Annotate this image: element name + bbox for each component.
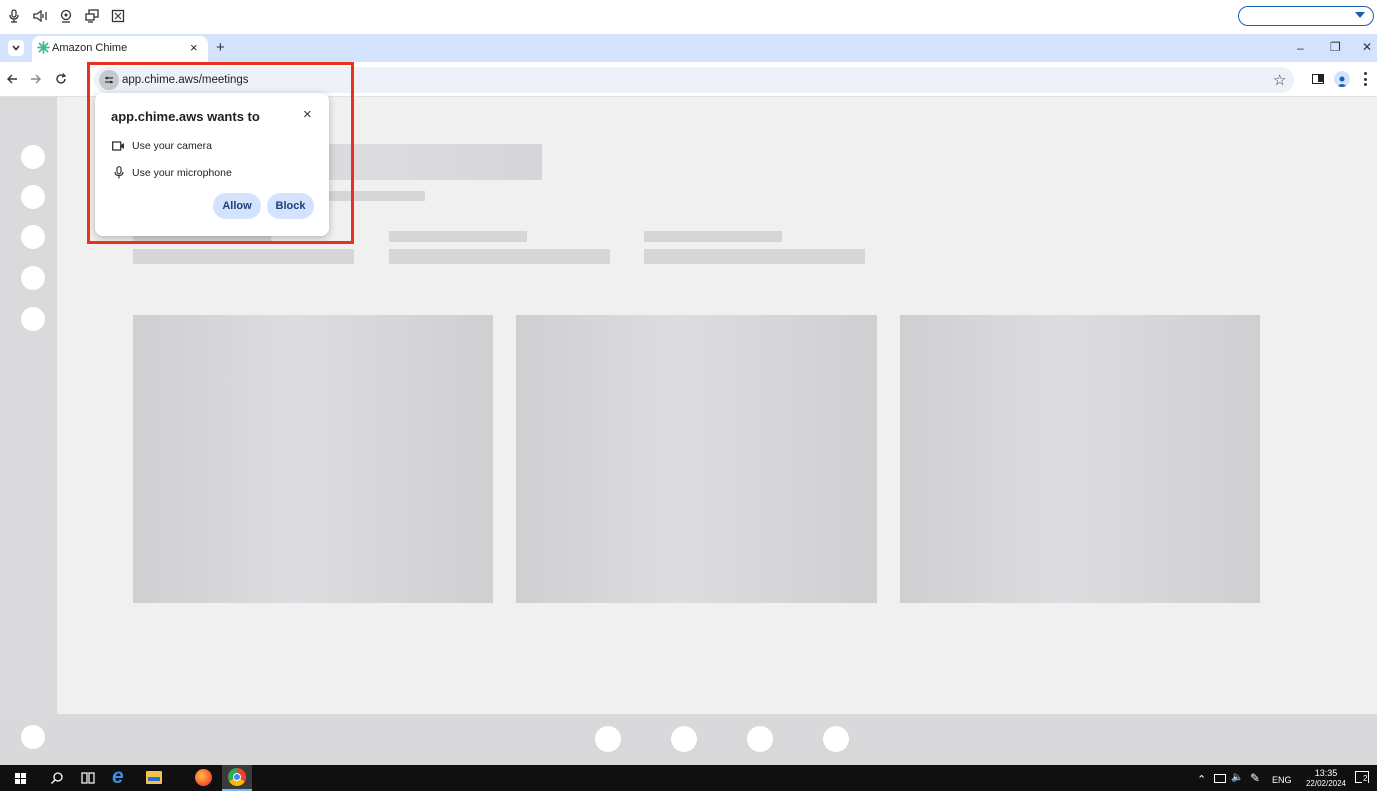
multi-monitor-icon[interactable] [84,8,100,24]
stat-value-skeleton-3 [644,249,865,264]
control-placeholder-2 [671,726,697,752]
notification-center-icon[interactable]: 2 [1355,771,1369,783]
nav-placeholder-4 [21,266,45,290]
file-explorer-icon[interactable] [146,771,162,784]
nav-placeholder-5 [21,307,45,331]
chrome-icon [228,768,246,786]
stat-label-skeleton-3 [644,231,782,242]
nav-placeholder-2 [21,185,45,209]
reload-icon[interactable] [55,73,67,88]
stat-value-skeleton-2 [389,249,610,264]
control-placeholder-3 [747,726,773,752]
forward-icon[interactable] [30,73,42,88]
windows-start-icon[interactable] [15,773,27,784]
session-dropdown[interactable] [1238,6,1374,26]
card-skeleton-1 [133,315,493,603]
notification-count-badge: 2 [1362,774,1369,783]
tray-overflow-icon[interactable]: ⌃ [1197,773,1206,786]
close-window-button[interactable]: ✕ [1362,40,1372,54]
control-placeholder-1 [595,726,621,752]
annotation-highlight-box [87,62,354,244]
fullscreen-icon[interactable] [110,8,126,24]
search-icon[interactable] [50,771,64,788]
firefox-icon[interactable] [195,769,212,786]
new-tab-button[interactable]: + [216,39,225,56]
menu-kebab-icon[interactable] [1364,72,1367,86]
remote-session-toolbar [0,0,1377,32]
tab-search-button[interactable] [8,40,24,56]
edge-browser-icon[interactable]: e [112,766,124,787]
profile-avatar-icon[interactable] [1334,71,1350,87]
minimize-button[interactable]: – [1297,41,1304,55]
speaker-icon[interactable] [32,8,48,24]
task-view-icon[interactable] [81,771,95,788]
pen-icon[interactable]: ✎ [1250,771,1260,785]
stat-value-skeleton-1 [133,249,354,264]
side-panel-icon[interactable] [1312,74,1324,84]
language-indicator[interactable]: ENG [1272,775,1292,785]
chime-logo-icon [37,41,50,54]
card-skeleton-2 [516,315,877,603]
control-placeholder-4 [823,726,849,752]
nav-placeholder-1 [21,145,45,169]
card-skeleton-3 [900,315,1260,603]
tab-close-button[interactable]: × [190,40,198,55]
back-icon[interactable] [6,73,18,88]
network-icon[interactable] [1214,774,1226,783]
microphone-icon[interactable] [6,8,22,24]
restore-button[interactable]: ❐ [1330,40,1341,54]
volume-icon[interactable]: 🔈 [1231,772,1243,783]
chrome-taskbar-button[interactable] [222,765,252,791]
webcam-icon[interactable] [58,8,74,24]
tab-title: Amazon Chime [52,42,128,54]
stat-label-skeleton-2 [389,231,527,242]
tab-amazon-chime[interactable]: Amazon Chime × [32,36,208,62]
bookmark-star-icon[interactable]: ☆ [1273,71,1286,89]
clock-date[interactable]: 22/02/2024 [1302,779,1350,788]
bottom-left-placeholder [21,725,45,749]
nav-placeholder-3 [21,225,45,249]
chevron-down-icon [1355,12,1365,18]
clock-time[interactable]: 13:35 [1308,768,1344,778]
